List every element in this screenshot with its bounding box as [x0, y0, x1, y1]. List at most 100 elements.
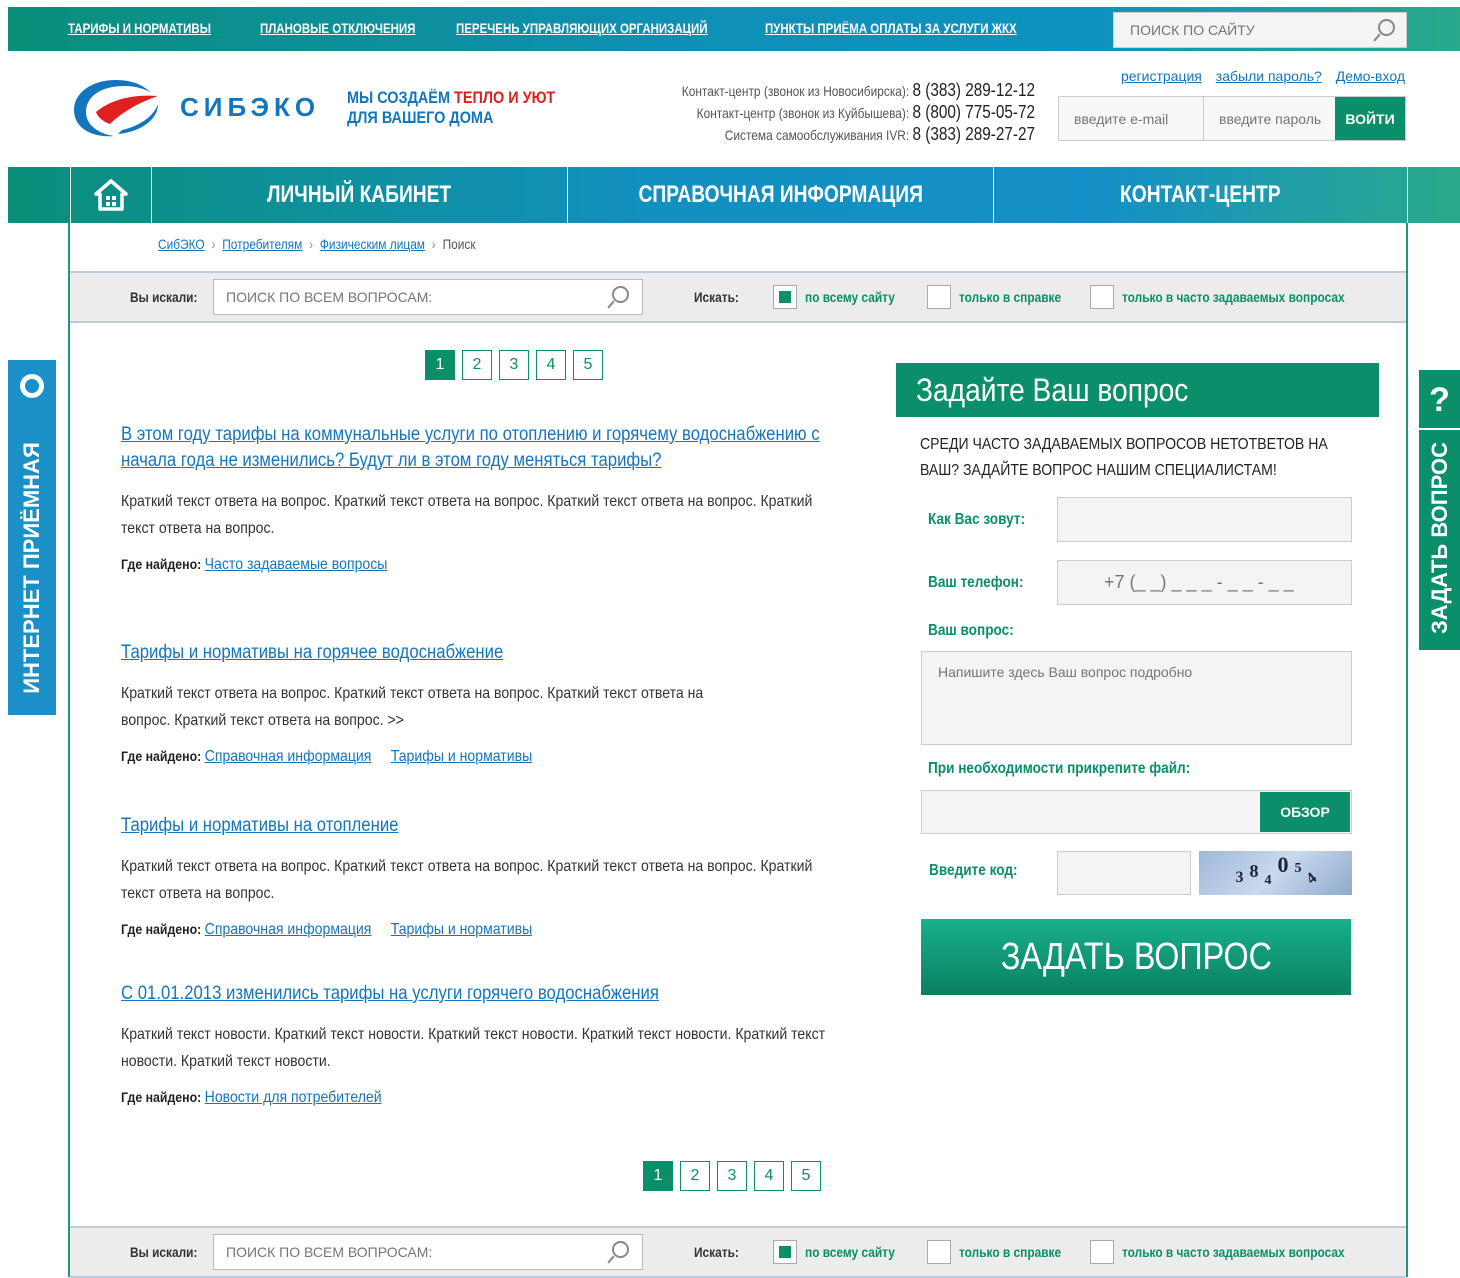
internet-reception-tab[interactable]: ИНТЕРНЕТ ПРИЁМНАЯ [8, 360, 56, 715]
auth-links: регистрация забыли пароль? Демо-вход [1100, 68, 1405, 84]
source-link[interactable]: Тарифы и нормативы [391, 748, 532, 765]
contact-label: Контакт-центр (звонок из Куйбышева): [696, 105, 913, 121]
scope-faq-checkbox[interactable] [1090, 1240, 1114, 1264]
page-link[interactable]: 5 [573, 350, 603, 380]
contact-phones: Контакт-центр (звонок из Новосибирска): … [653, 80, 1035, 146]
page-link[interactable]: 5 [791, 1161, 821, 1191]
scope-faq-checkbox[interactable] [1090, 285, 1114, 309]
search-label: Вы искали: [130, 289, 198, 305]
slogan-line2: ДЛЯ ВАШЕГО ДОМА [347, 108, 494, 127]
captcha-char: 5 [1294, 861, 1302, 876]
result-source: Где найдено: Часто задаваемые вопросы [121, 556, 825, 574]
scope-all-label[interactable]: по всему сайту [805, 1244, 895, 1260]
breadcrumb-link[interactable]: Физическим лицам [320, 236, 425, 252]
scope-faq-label[interactable]: только в часто задаваемых вопросах [1122, 289, 1345, 305]
login-button[interactable]: ВОЙТИ [1335, 97, 1405, 140]
scope-label: Искать: [694, 289, 739, 305]
page-link[interactable]: 1 [643, 1161, 673, 1191]
slogan: МЫ СОЗДАЁМ ТЕПЛО И УЮТ ДЛЯ ВАШЕГО ДОМА [347, 88, 555, 128]
result-source: Где найдено: Новости для потребителей [121, 1089, 825, 1107]
scope-help-checkbox[interactable] [927, 1240, 951, 1264]
top-link-tariffs[interactable]: ТАРИФЫ И НОРМАТИВЫ [68, 20, 211, 36]
result-snippet: Краткий текст ответа на вопрос. Краткий … [121, 685, 704, 729]
page-link[interactable]: 4 [754, 1161, 784, 1191]
side-tab-label: ИНТЕРНЕТ ПРИЁМНАЯ [19, 442, 44, 694]
nav-reference-info[interactable]: СПРАВОЧНАЯ ИНФОРМАЦИЯ [568, 167, 994, 223]
result-source: Где найдено: Справочная информация Тарифы… [121, 921, 825, 939]
scope-all-checkbox[interactable] [773, 1240, 797, 1264]
question-search [213, 1234, 643, 1270]
top-link-organizations[interactable]: ПЕРЕЧЕНЬ УПРАВЛЯЮЩИХ ОРГАНИЗАЦИЙ [456, 20, 708, 36]
contact-phone: 8 (800) 775-05-72 [912, 102, 1035, 122]
nav-personal-account[interactable]: ЛИЧНЫЙ КАБИНЕТ [152, 167, 568, 223]
scope-help-checkbox[interactable] [927, 285, 951, 309]
breadcrumb-separator: › [309, 236, 314, 252]
search-icon[interactable] [612, 286, 629, 303]
scope-all-checkbox[interactable] [773, 285, 797, 309]
phone-field[interactable] [1058, 561, 1351, 604]
breadcrumb-link[interactable]: Потребителям [222, 236, 302, 252]
forgot-password-link[interactable]: забыли пароль? [1216, 68, 1322, 84]
scope-help-label[interactable]: только в справке [959, 1244, 1061, 1260]
file-label: При необходимости прикрепите файл: [928, 760, 1191, 777]
question-field[interactable] [922, 652, 1351, 744]
demo-login-link[interactable]: Демо-вход [1336, 68, 1405, 84]
captcha-field[interactable] [1058, 852, 1190, 894]
name-field[interactable] [1058, 498, 1351, 541]
contact-phone: 8 (383) 289-12-12 [912, 80, 1035, 100]
contact-phone: 8 (383) 289-27-27 [912, 124, 1035, 144]
source-link[interactable]: Справочная информация [205, 748, 372, 765]
page-link[interactable]: 3 [499, 350, 529, 380]
browse-button[interactable]: ОБЗОР [1260, 792, 1350, 832]
page-link[interactable]: 3 [717, 1161, 747, 1191]
breadcrumb-link[interactable]: СибЭКО [158, 236, 205, 252]
source-link[interactable]: Часто задаваемые вопросы [205, 556, 388, 573]
result-title[interactable]: Тарифы и нормативы на горячее водоснабже… [121, 640, 825, 666]
ask-question-tab[interactable]: ? ЗАДАТЬ ВОПРОС [1419, 370, 1460, 650]
top-link-payment-points[interactable]: ПУНКТЫ ПРИЁМА ОПЛАТЫ ЗА УСЛУГИ ЖКХ [765, 20, 1017, 36]
search-filter-bar-bottom: Вы искали: Искать: по всему сайту только… [70, 1226, 1406, 1278]
result-snippet: Краткий текст ответа на вопрос. Краткий … [121, 858, 813, 902]
scope-all-label[interactable]: по всему сайту [805, 289, 895, 305]
nav-contact-center[interactable]: КОНТАКТ-ЦЕНТР [994, 167, 1408, 223]
captcha-image: 3 8 4 0 5 4 [1199, 851, 1352, 895]
contact-line: Контакт-центр (звонок из Куйбышева): 8 (… [653, 102, 1035, 124]
page-link[interactable]: 1 [425, 350, 455, 380]
result-title[interactable]: В этом году тарифы на коммунальные услуг… [121, 422, 825, 474]
submit-question-button[interactable]: ЗАДАТЬ ВОПРОС [921, 919, 1351, 995]
breadcrumb-separator: › [431, 236, 436, 252]
site-search-input[interactable] [1114, 13, 1364, 47]
nav-label: СПРАВОЧНАЯ ИНФОРМАЦИЯ [638, 181, 923, 208]
search-icon[interactable] [1378, 19, 1395, 36]
page-link[interactable]: 2 [462, 350, 492, 380]
result-title[interactable]: С 01.01.2013 изменились тарифы на услуги… [121, 981, 825, 1007]
question-mark-icon: ? [1419, 374, 1460, 430]
captcha-char: 8 [1249, 860, 1259, 881]
logo-icon[interactable] [70, 72, 162, 142]
phone-field-box [1057, 560, 1352, 605]
home-icon [94, 179, 128, 211]
contact-label: Контакт-центр (звонок из Новосибирска): [681, 83, 913, 99]
logo-text[interactable]: СИБЭКО [180, 92, 320, 123]
scope-faq-label[interactable]: только в часто задаваемых вопросах [1122, 1244, 1345, 1260]
source-link[interactable]: Новости для потребителей [205, 1089, 382, 1106]
page-link[interactable]: 2 [680, 1161, 710, 1191]
nav-label: КОНТАКТ-ЦЕНТР [1120, 181, 1281, 208]
register-link[interactable]: регистрация [1121, 68, 1202, 84]
source-link[interactable]: Справочная информация [205, 921, 372, 938]
search-result: Тарифы и нормативы на горячее водоснабже… [121, 640, 841, 766]
question-search-input[interactable] [214, 280, 594, 314]
ask-intro: СРЕДИ ЧАСТО ЗАДАВАЕМЫХ ВОПРОСОВ НЕТОТВЕТ… [920, 436, 1328, 479]
question-search [213, 279, 643, 315]
search-icon[interactable] [612, 1241, 629, 1258]
page-link[interactable]: 4 [536, 350, 566, 380]
scope-help-label[interactable]: только в справке [959, 289, 1061, 305]
question-search-input[interactable] [214, 1235, 594, 1269]
home-button[interactable] [70, 167, 152, 223]
password-field[interactable] [1204, 97, 1336, 140]
result-title[interactable]: Тарифы и нормативы на отопление [121, 813, 825, 839]
email-field[interactable] [1059, 97, 1204, 140]
side-tab-label: ЗАДАТЬ ВОПРОС [1427, 442, 1452, 634]
top-link-outages[interactable]: ПЛАНОВЫЕ ОТКЛЮЧЕНИЯ [260, 20, 415, 36]
source-link[interactable]: Тарифы и нормативы [391, 921, 532, 938]
